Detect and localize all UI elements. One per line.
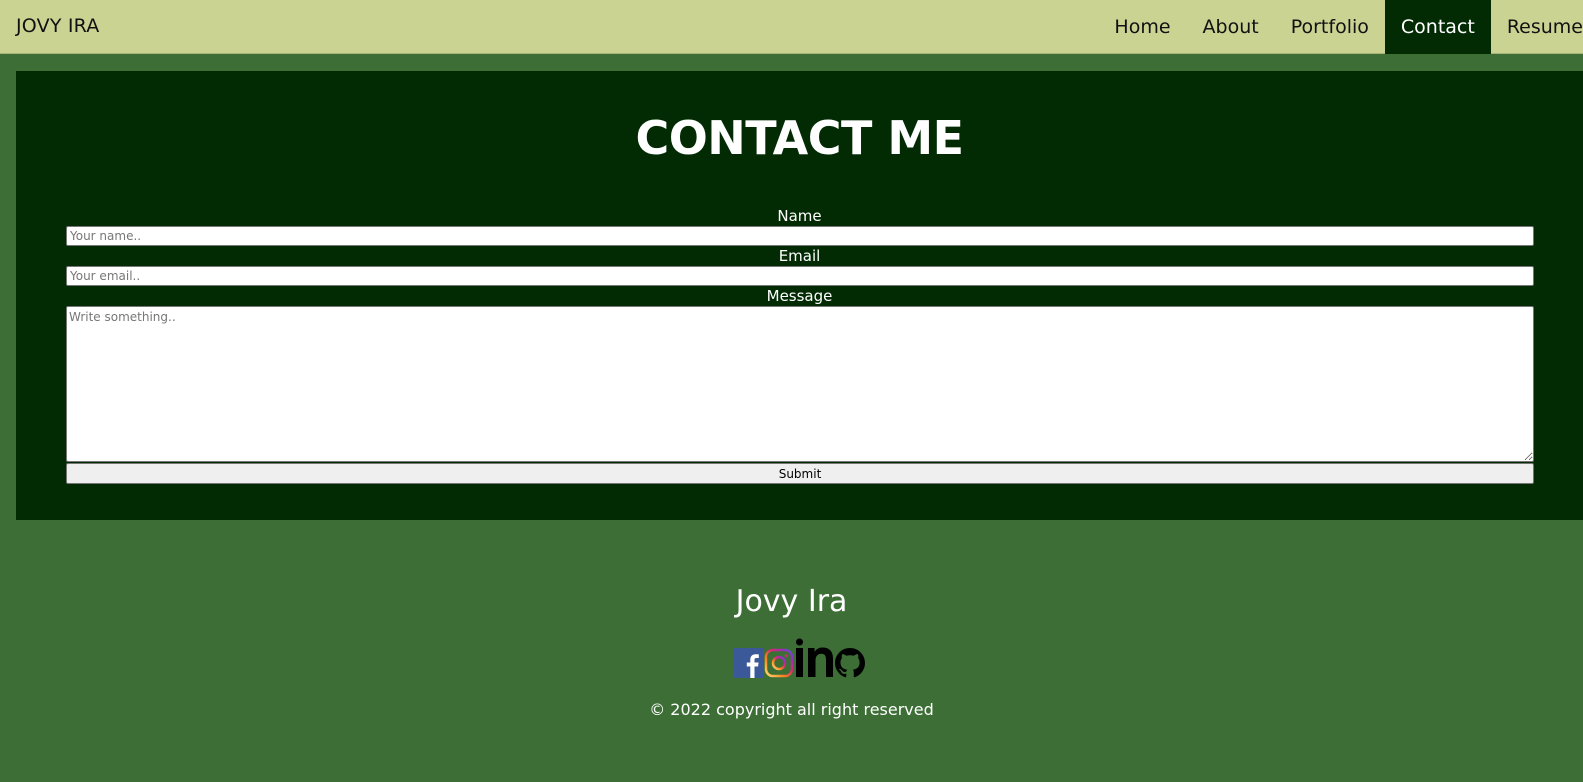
brand-logo[interactable]: JOVY IRA bbox=[16, 15, 100, 37]
nav-link-home[interactable]: Home bbox=[1098, 0, 1186, 54]
github-icon[interactable] bbox=[835, 648, 865, 678]
footer-name: Jovy Ira bbox=[735, 584, 848, 619]
submit-button[interactable]: Submit bbox=[66, 463, 1534, 484]
email-label: Email bbox=[778, 247, 821, 265]
nav-link-portfolio[interactable]: Portfolio bbox=[1275, 0, 1385, 54]
nav-link-contact[interactable]: Contact bbox=[1384, 0, 1491, 54]
nav-links: Home About Portfolio Contact Resume bbox=[1098, 0, 1583, 54]
instagram-icon[interactable] bbox=[764, 648, 794, 678]
name-label: Name bbox=[777, 207, 822, 225]
message-textarea[interactable] bbox=[66, 306, 1534, 462]
facebook-icon[interactable] bbox=[734, 648, 764, 678]
message-label: Message bbox=[766, 287, 833, 305]
name-input[interactable] bbox=[66, 226, 1534, 246]
copyright-text: © 2022 copyright all right reserved bbox=[649, 700, 934, 719]
nav-link-resume[interactable]: Resume bbox=[1491, 0, 1583, 54]
nav-link-about[interactable]: About bbox=[1187, 0, 1275, 54]
navbar: JOVY IRA Home About Portfolio Contact Re… bbox=[0, 0, 1583, 54]
email-input[interactable] bbox=[66, 266, 1534, 286]
contact-section: CONTACT ME Name Email Message Submit bbox=[16, 71, 1583, 520]
page-title: CONTACT ME bbox=[635, 111, 964, 165]
linkedin-icon[interactable] bbox=[795, 638, 835, 678]
social-links bbox=[734, 638, 865, 678]
